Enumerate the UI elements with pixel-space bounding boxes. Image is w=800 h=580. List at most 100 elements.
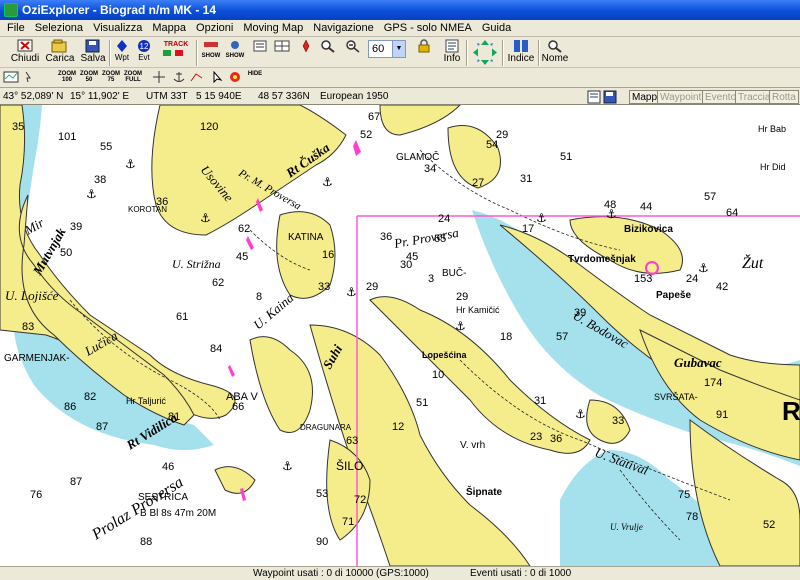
map-window-button[interactable] xyxy=(2,71,20,83)
place-label: ŠILO xyxy=(336,458,363,473)
show-waypoints-button[interactable]: SHOW xyxy=(200,38,222,59)
place-label: Hr Did xyxy=(760,162,786,172)
depth-sounding: 54 xyxy=(486,139,498,151)
save-image-icon[interactable] xyxy=(603,90,617,104)
place-label: U. Vrulje xyxy=(610,522,643,532)
nome-button[interactable]: Nome xyxy=(542,38,568,64)
place-label: Papeše xyxy=(656,290,691,301)
place-label: GARMENJAK- xyxy=(4,353,70,364)
menu-visualizza[interactable]: Visualizza xyxy=(88,22,147,34)
map-list-button[interactable] xyxy=(250,38,270,53)
tab-waypoint[interactable]: Waypoint xyxy=(657,90,705,104)
depth-sounding: 36 xyxy=(156,196,168,208)
info-button[interactable]: Info xyxy=(440,38,464,64)
zoom-75-button[interactable]: ZOOM 75 xyxy=(102,71,120,83)
zoom-out-button[interactable] xyxy=(342,38,364,53)
anchor-icon xyxy=(173,72,185,82)
map-list-icon xyxy=(253,40,267,52)
easting-readout: 5 15 940E xyxy=(196,91,242,102)
menu-mappa[interactable]: Mappa xyxy=(147,22,191,34)
place-label: BUČ- xyxy=(442,266,466,279)
depth-sounding: 65 xyxy=(434,233,446,245)
toolbar-separator xyxy=(538,40,540,66)
depth-sounding: 50 xyxy=(60,247,72,259)
depth-sounding: 82 xyxy=(84,391,96,403)
close-map-icon xyxy=(17,39,33,52)
tab-evento[interactable]: Evento xyxy=(702,90,740,104)
menu-guida[interactable]: Guida xyxy=(477,22,516,34)
nautical-chart[interactable]: GLAMOČ KOROTAN Usovine Rt Čuška KATINA G… xyxy=(0,105,800,566)
grid-button[interactable] xyxy=(272,38,292,53)
svg-text:⚓: ⚓ xyxy=(575,407,586,421)
zoom-select[interactable]: 60 ▼ xyxy=(368,40,406,58)
menu-moving-map[interactable]: Moving Map xyxy=(238,22,308,34)
depth-sounding: 29 xyxy=(366,281,378,293)
app-icon xyxy=(4,3,18,17)
depth-sounding: 83 xyxy=(22,321,34,333)
depth-sounding: 42 xyxy=(716,281,728,293)
chevron-down-icon[interactable]: ▼ xyxy=(392,41,405,57)
zoom-in-button[interactable] xyxy=(318,38,338,53)
depth-sounding: 61 xyxy=(176,311,188,323)
event-button[interactable]: 12 Evt xyxy=(134,38,154,62)
menu-gps[interactable]: GPS - solo NMEA xyxy=(379,22,477,34)
menu-navigazione[interactable]: Navigazione xyxy=(308,22,379,34)
depth-sounding: 8 xyxy=(256,291,262,303)
depth-sounding: 46 xyxy=(162,461,174,473)
zoom-100-button[interactable]: ZOOM 100 xyxy=(58,71,76,83)
menu-seleziona[interactable]: Seleziona xyxy=(30,22,88,34)
compass-button[interactable] xyxy=(296,38,316,53)
depth-sounding: 24 xyxy=(686,273,698,285)
tab-rotta[interactable]: Rotta xyxy=(769,90,799,104)
depth-sounding: 78 xyxy=(686,511,698,523)
show-events-button[interactable]: SHOW xyxy=(224,38,246,59)
depth-sounding: 57 xyxy=(556,331,568,343)
datum-readout: European 1950 xyxy=(320,91,389,102)
desel-button[interactable] xyxy=(22,71,40,83)
lock-button[interactable] xyxy=(414,38,434,53)
svg-text:12: 12 xyxy=(140,42,149,51)
map-view[interactable]: GLAMOČ KOROTAN Usovine Rt Čuška KATINA G… xyxy=(0,105,800,566)
track-button[interactable]: TRACK xyxy=(158,38,194,58)
waypoint-button[interactable]: Wpt xyxy=(112,38,132,62)
compass-rose-button[interactable] xyxy=(150,71,168,83)
print-map-icon[interactable] xyxy=(587,90,601,104)
place-label: U. Strižna xyxy=(172,257,221,271)
zoom-full-button[interactable]: ZOOM FULL xyxy=(124,71,142,83)
depth-sounding: 51 xyxy=(416,397,428,409)
salva-button[interactable]: Salva xyxy=(78,38,108,64)
tab-traccia[interactable]: Traccia xyxy=(735,90,774,104)
route-tool-button[interactable] xyxy=(188,71,206,83)
latitude-readout: 43° 52,089' N xyxy=(3,91,64,102)
depth-sounding: 12 xyxy=(392,421,404,433)
menu-opzioni[interactable]: Opzioni xyxy=(191,22,238,34)
info-icon xyxy=(445,39,459,53)
place-label: DRAGUNARA xyxy=(300,423,352,432)
depth-sounding: 87 xyxy=(70,476,82,488)
search-name-icon xyxy=(548,40,562,53)
depth-sounding: 17 xyxy=(522,223,534,235)
route-icon xyxy=(190,73,203,82)
hide-button[interactable]: HIDE xyxy=(246,71,264,83)
event-icon: 12 xyxy=(138,40,150,52)
place-label: Žut xyxy=(742,253,764,272)
menu-file[interactable]: File xyxy=(2,22,30,34)
magnifier-icon xyxy=(321,40,335,53)
pan-arrows-button[interactable] xyxy=(472,39,498,66)
depth-sounding: 72 xyxy=(354,494,366,506)
grid-icon xyxy=(274,40,290,52)
indice-button[interactable]: Indice xyxy=(506,38,536,64)
place-label: Hr Kamičić xyxy=(456,305,500,315)
cursor-button[interactable] xyxy=(208,70,226,84)
carica-button[interactable]: Carica xyxy=(44,38,76,64)
color-button[interactable] xyxy=(226,71,244,83)
toolbar-separator xyxy=(109,40,111,66)
chiudi-button[interactable]: Chiudi xyxy=(10,38,40,64)
depth-sounding: 18 xyxy=(500,331,512,343)
depth-sounding: 87 xyxy=(96,421,108,433)
zoom-50-button[interactable]: ZOOM 50 xyxy=(80,71,98,83)
place-label: Gubavac xyxy=(674,355,722,370)
depth-sounding: 75 xyxy=(678,489,690,501)
anchor-button[interactable] xyxy=(170,71,188,83)
cursor-icon xyxy=(213,70,223,84)
